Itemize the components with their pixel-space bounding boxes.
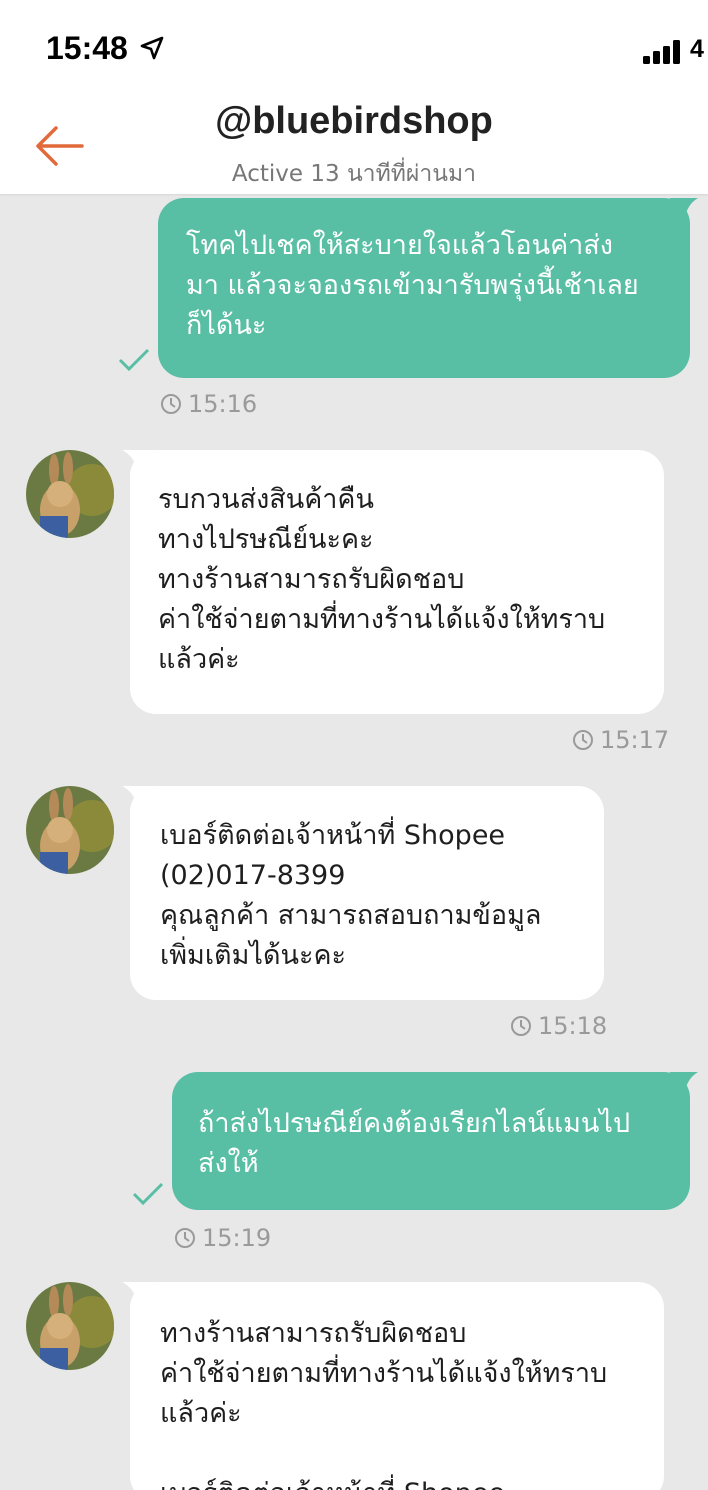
timestamp-text: 15:16 — [188, 390, 258, 418]
message-line: แล้วค่ะ — [160, 1398, 242, 1429]
bubble-tail — [122, 1282, 152, 1312]
message-timestamp: 15:17 — [572, 726, 669, 754]
avatar[interactable] — [26, 1282, 114, 1370]
message-line: เพิ่มเติมได้นะคะ — [160, 940, 347, 971]
message-line: ทางร้านสามารถรับผิดชอบ — [160, 1318, 467, 1349]
checkmark-icon — [132, 1182, 164, 1206]
active-status: Active 13 นาทีที่ผ่านมา — [231, 161, 477, 187]
avatar[interactable] — [26, 450, 114, 538]
message-line — [160, 1434, 654, 1474]
status-bar: 15:48 4 — [0, 0, 708, 98]
message-line: เบอร์ติดต่อเจ้าหน้าที่ Shopee — [160, 1474, 654, 1490]
bubble-tail — [670, 198, 698, 228]
signal-bars-icon — [643, 40, 683, 68]
message-line: (02)017-8399 — [160, 860, 346, 891]
message-line: รบกวนส่งสินค้าคืน — [158, 484, 374, 515]
clock-icon — [161, 394, 181, 414]
status-time: 15:48 — [46, 30, 128, 66]
incoming-message[interactable]: เบอร์ติดต่อเจ้าหน้าที่ Shopee (02)017-83… — [130, 786, 604, 1000]
page-title[interactable]: @bluebirdshop — [0, 100, 708, 143]
message-line: ส่งให้ — [198, 1148, 259, 1179]
chat-header: @bluebirdshop Active 13 นาทีที่ผ่านมา — [0, 98, 708, 194]
timestamp-text: 15:19 — [202, 1224, 272, 1252]
clock-icon — [511, 1016, 531, 1036]
message-line: มา แล้วจะจองรถเข้ามารับพรุ่งนี้เช้าเลย — [186, 270, 639, 301]
message-line: ค่าใช้จ่ายตามที่ทางร้านได้แจ้งให้ทราบ — [160, 1358, 608, 1389]
incoming-message[interactable]: รบกวนส่งสินค้าคืน ทางไปรษณีย์นะคะ ทางร้า… — [130, 450, 664, 714]
message-timestamp: 15:18 — [510, 1012, 607, 1040]
clock-icon — [573, 730, 593, 750]
message-line: คุณลูกค้า สามารถสอบถามข้อมูล — [160, 900, 542, 931]
timestamp-text: 15:18 — [538, 1012, 608, 1040]
network-type: 4 — [690, 35, 704, 63]
message-line: เบอร์ติดต่อเจ้าหน้าที่ Shopee — [160, 820, 506, 851]
outgoing-message[interactable]: โทคไปเชคให้สะบายใจแล้วโอนค่าส่ง มา แล้วจ… — [158, 198, 690, 378]
location-arrow-icon — [140, 36, 164, 64]
avatar[interactable] — [26, 786, 114, 874]
message-line: ก็ได้นะ — [186, 310, 267, 341]
bubble-tail — [122, 786, 152, 816]
outgoing-message[interactable]: ถ้าส่งไปรษณีย์คงต้องเรียกไลน์แมนไป ส่งให… — [172, 1072, 690, 1210]
incoming-message[interactable]: ทางร้านสามารถรับผิดชอบ ค่าใช้จ่ายตามที่ท… — [130, 1282, 664, 1490]
message-line: แล้วค่ะ — [158, 644, 240, 675]
message-line: ค่าใช้จ่ายตามที่ทางร้านได้แจ้งให้ทราบ — [158, 604, 606, 635]
message-timestamp: 15:19 — [174, 1224, 271, 1252]
message-timestamp: 15:16 — [160, 390, 257, 418]
checkmark-icon — [118, 348, 150, 372]
message-line: ทางไปรษณีย์นะคะ — [158, 524, 374, 555]
clock-icon — [175, 1228, 195, 1248]
bubble-tail — [122, 450, 152, 480]
message-line: โทคไปเชคให้สะบายใจแล้วโอนค่าส่ง — [186, 230, 613, 261]
message-line: ทางร้านสามารถรับผิดชอบ — [158, 564, 465, 595]
message-line: ถ้าส่งไปรษณีย์คงต้องเรียกไลน์แมนไป — [198, 1108, 631, 1139]
timestamp-text: 15:17 — [600, 726, 670, 754]
bubble-tail — [670, 1072, 698, 1102]
